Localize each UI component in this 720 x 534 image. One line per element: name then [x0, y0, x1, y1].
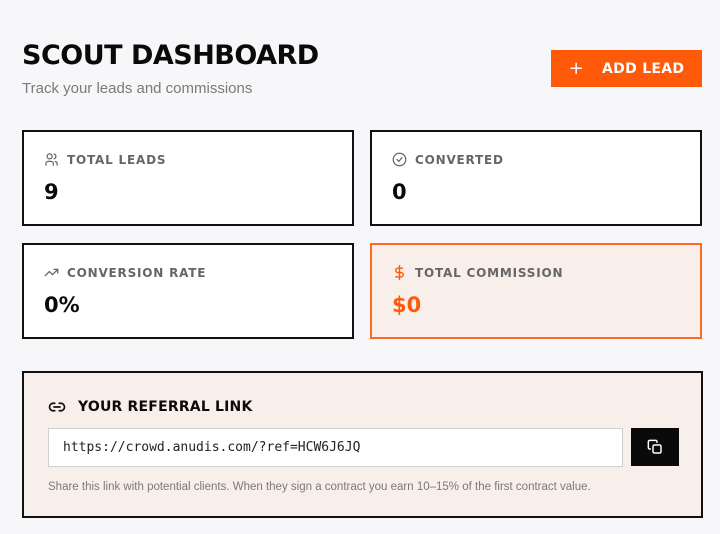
trending-up-icon: [44, 268, 59, 277]
referral-link-input[interactable]: [48, 428, 623, 467]
page-subtitle: Track your leads and commissions: [22, 80, 253, 97]
stat-value: 9: [44, 180, 59, 204]
copy-icon: [647, 439, 662, 454]
stat-label-row: CONVERSION RATE: [44, 265, 206, 280]
stat-label-row: CONVERTED: [392, 152, 504, 167]
stat-card-conversion-rate: CONVERSION RATE 0%: [22, 243, 354, 339]
referral-header: YOUR REFERRAL LINK: [48, 398, 253, 416]
stat-label-row: TOTAL LEADS: [44, 152, 166, 167]
plus-icon: +: [568, 57, 585, 79]
copy-link-button[interactable]: [631, 428, 679, 466]
stat-label: TOTAL LEADS: [67, 152, 167, 167]
dollar-icon: [395, 265, 404, 280]
users-icon: [45, 153, 58, 166]
stat-label: TOTAL COMMISSION: [415, 265, 564, 280]
stat-value: 0%: [44, 293, 80, 317]
stat-label: CONVERSION RATE: [67, 265, 207, 280]
stat-card-total-commission: TOTAL COMMISSION $0: [370, 243, 702, 339]
stat-card-converted: CONVERTED 0: [370, 130, 702, 226]
referral-note: Share this link with potential clients. …: [48, 481, 591, 493]
add-lead-button[interactable]: + ADD LEAD: [551, 50, 702, 87]
stat-label-row: TOTAL COMMISSION: [392, 265, 563, 280]
link-icon: [48, 402, 66, 412]
referral-panel: YOUR REFERRAL LINK Share this link with …: [22, 371, 703, 518]
page-title: SCOUT DASHBOARD: [22, 40, 319, 71]
stat-value: $0: [392, 293, 422, 317]
stat-value: 0: [392, 180, 407, 204]
stat-label: CONVERTED: [415, 152, 504, 167]
referral-title: YOUR REFERRAL LINK: [78, 399, 253, 415]
add-lead-label: ADD LEAD: [602, 60, 685, 77]
check-circle-icon: [392, 152, 407, 167]
stat-card-total-leads: TOTAL LEADS 9: [22, 130, 354, 226]
